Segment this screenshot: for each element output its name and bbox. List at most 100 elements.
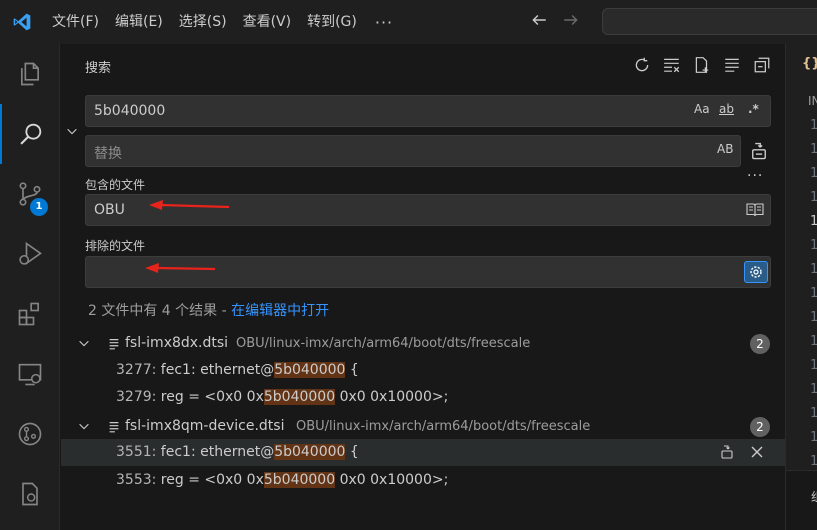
match-highlight: 5b040000 [263, 472, 336, 488]
line-number: 1 [810, 142, 817, 157]
chevron-down-icon[interactable] [77, 419, 91, 437]
line-number: 1 [810, 430, 817, 445]
new-search-editor-icon[interactable] [693, 56, 711, 74]
search-sidebar: 搜索 5b040000 Aa ab .* 替换 AB ··· 包含的文件 OBU… [61, 44, 785, 530]
bottom-panel-label: 组 [811, 488, 817, 505]
include-input-value: OBU [94, 202, 125, 218]
replace-placeholder: 替换 [94, 146, 122, 162]
view-as-tree-icon[interactable] [723, 56, 741, 74]
source-control-badge: 1 [30, 198, 48, 216]
match-line-number: 3551: [116, 444, 157, 460]
clear-results-icon[interactable] [663, 56, 681, 74]
sidebar-title: 搜索 [85, 61, 112, 76]
match-highlight: 5b040000 [263, 389, 336, 405]
result-file-row[interactable]: fsl-imx8qm-device.dtsi OBU/linux-imx/arc… [61, 414, 785, 440]
search-input[interactable]: 5b040000 Aa ab .* [85, 95, 771, 127]
exclude-label: 排除的文件 [85, 239, 146, 253]
menu-edit[interactable]: 编辑(E) [107, 0, 171, 44]
file-icon [107, 337, 121, 355]
match-count-badge: 2 [750, 417, 770, 437]
match-whole-word-toggle[interactable]: ab [719, 102, 734, 116]
line-number: 1 [810, 334, 817, 349]
exclude-settings-icon[interactable] [744, 261, 768, 283]
result-match-row[interactable]: 3553: reg = <0x0 0x5b040000 0x0 0x10000>… [61, 467, 785, 494]
line-number: 1 [810, 310, 817, 325]
result-file-name: fsl-imx8qm-device.dtsi [125, 418, 285, 434]
match-text-before: reg = <0x0 0x [156, 472, 264, 488]
annotation-arrow-exclude [145, 263, 216, 273]
remote-explorer-icon[interactable] [0, 344, 60, 404]
explorer-icon[interactable] [0, 44, 60, 104]
results-summary-text: 2 文件中有 4 个结果 - [88, 303, 232, 319]
open-in-editor-link[interactable]: 在编辑器中打开 [231, 303, 329, 319]
result-file-row[interactable]: fsl-imx8dx.dtsi OBU/linux-imx/arch/arm64… [61, 331, 785, 357]
git-lens-icon[interactable] [0, 404, 60, 464]
run-debug-icon[interactable] [0, 224, 60, 284]
search-input-value: 5b040000 [94, 103, 166, 119]
back-arrow-icon[interactable] [530, 11, 548, 33]
extensions-icon[interactable] [0, 284, 60, 344]
match-row-actions [719, 444, 765, 464]
menu-selection[interactable]: 选择(S) [171, 0, 235, 44]
search-icon[interactable] [0, 104, 60, 164]
navigation-arrows [530, 0, 580, 44]
vscode-logo-icon [0, 0, 44, 44]
match-text-after: 0x0 0x10000>; [335, 389, 449, 405]
line-number: 1 [810, 286, 817, 301]
result-match-row[interactable]: 3279: reg = <0x0 0x5b040000 0x0 0x10000>… [61, 384, 785, 411]
line-number: 1 [810, 262, 817, 277]
search-details-toggle[interactable]: ··· [747, 168, 763, 184]
result-file-name: fsl-imx8dx.dtsi [125, 335, 229, 351]
line-number: 1 [810, 118, 817, 133]
line-number: 1 [810, 382, 817, 397]
menu-file[interactable]: 文件(F) [44, 0, 107, 44]
line-number: 1 [810, 190, 817, 205]
match-line-number: 3277: [116, 362, 157, 378]
menu-view[interactable]: 查看(V) [235, 0, 300, 44]
refresh-icon[interactable] [633, 56, 651, 74]
match-text-before: reg = <0x0 0x [156, 389, 264, 405]
replace-icon[interactable] [719, 444, 735, 464]
results-summary: 2 文件中有 4 个结果 - 在编辑器中打开 [88, 300, 329, 320]
toggle-replace-chevron-icon[interactable] [65, 124, 79, 142]
result-match-row[interactable]: 3277: fec1: ethernet@5b040000 { [61, 357, 785, 384]
match-text-after: { [345, 362, 359, 378]
activity-bar: 1 [0, 44, 60, 530]
source-control-icon[interactable]: 1 [0, 164, 60, 224]
line-number: 1 [810, 454, 817, 469]
result-match-row[interactable]: 3551: fec1: ethernet@5b040000 { [61, 439, 785, 466]
result-file-path: OBU/linux-imx/arch/arm64/boot/dts/freesc… [296, 419, 591, 434]
editor-area[interactable]: {} IN 1 1 1 1 1 1 1 1 1 1 1 1 1 1 1 组 [785, 44, 817, 530]
match-line-number: 3279: [116, 389, 157, 405]
line-number: 1 [810, 166, 817, 181]
command-center-input[interactable] [602, 8, 817, 35]
match-text-before: fec1: ethernet@ [156, 362, 275, 378]
line-number: 1 [810, 238, 817, 253]
match-count-badge: 2 [750, 334, 770, 354]
book-icon[interactable] [746, 202, 764, 222]
annotation-arrow-include [149, 200, 230, 210]
line-number: 1 [810, 358, 817, 373]
menu-bar: 文件(F) 编辑(E) 选择(S) 查看(V) 转到(G) ··· [44, 0, 403, 44]
dismiss-icon[interactable] [749, 444, 765, 464]
menu-go[interactable]: 转到(G) [299, 0, 365, 44]
menu-more-button[interactable]: ··· [365, 13, 403, 32]
settings-gear-icon[interactable] [0, 464, 60, 524]
replace-input[interactable]: 替换 AB [85, 135, 741, 167]
file-icon [107, 420, 121, 438]
line-number: 1 [810, 406, 817, 421]
match-case-toggle[interactable]: Aa [694, 102, 710, 116]
sidebar-actions [633, 56, 771, 74]
chevron-down-icon[interactable] [77, 336, 91, 354]
replace-all-icon[interactable] [749, 141, 769, 165]
collapse-all-icon[interactable] [753, 56, 771, 74]
preserve-case-toggle[interactable]: AB [717, 142, 733, 156]
json-file-icon: {} [802, 56, 817, 71]
result-file-path: OBU/linux-imx/arch/arm64/boot/dts/freesc… [236, 336, 531, 351]
forward-arrow-icon[interactable] [562, 11, 580, 33]
match-text-before: fec1: ethernet@ [156, 444, 275, 460]
line-number: 1 [810, 214, 817, 229]
use-regex-toggle[interactable]: .* [748, 102, 759, 116]
include-label: 包含的文件 [85, 178, 146, 192]
breadcrumb-text: IN [808, 94, 817, 108]
